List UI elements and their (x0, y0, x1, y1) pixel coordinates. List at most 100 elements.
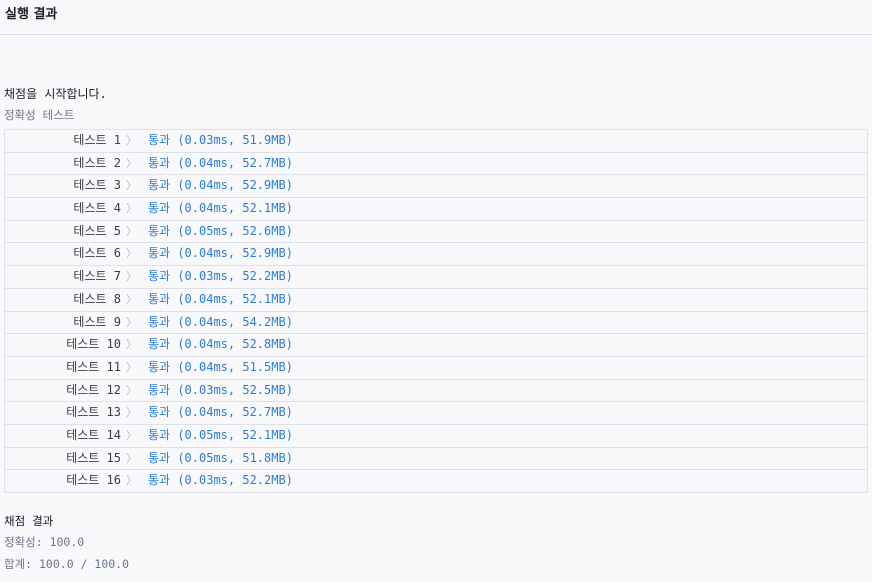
panel-title: 실행 결과 (5, 7, 58, 22)
test-detail: (0.05ms, 52.6MB) (177, 223, 293, 238)
test-label: 테스트 7 (73, 269, 121, 284)
test-status: 통과 (148, 337, 171, 352)
test-label: 테스트 16 (66, 473, 121, 488)
test-detail: (0.04ms, 52.1MB) (177, 201, 293, 216)
section-label-accuracy: 정확성 테스트 (4, 108, 75, 122)
test-result-text: 통과 (0.05ms, 52.1MB) (148, 425, 293, 446)
test-result-row[interactable]: 테스트 9 〉 통과 (0.04ms, 54.2MB) (5, 312, 867, 335)
test-result-row[interactable]: 테스트 16 〉 통과 (0.03ms, 52.2MB) (5, 470, 867, 493)
test-status: 통과 (148, 133, 171, 147)
test-status: 통과 (148, 269, 171, 284)
chevron-right-icon[interactable]: 〉 (126, 448, 137, 469)
test-result-row[interactable]: 테스트 1 〉 통과 (0.03ms, 51.9MB) (5, 130, 867, 153)
chevron-right-icon[interactable]: 〉 (126, 470, 137, 491)
test-status: 통과 (148, 291, 171, 306)
test-status: 통과 (148, 450, 171, 465)
result-panel-header: 실행 결과 (0, 0, 872, 35)
chevron-right-icon[interactable]: 〉 (126, 130, 137, 151)
test-status: 통과 (148, 201, 171, 216)
test-label: 테스트 9 (73, 314, 121, 329)
test-result-row[interactable]: 테스트 2 〉 통과 (0.04ms, 52.7MB) (5, 153, 867, 176)
test-detail: (0.04ms, 52.9MB) (177, 246, 293, 261)
chevron-right-icon[interactable]: 〉 (126, 266, 137, 287)
summary-total: 합계: 100.0 / 100.0 (4, 557, 130, 571)
test-detail: (0.04ms, 52.9MB) (177, 178, 293, 193)
chevron-right-icon[interactable]: 〉 (126, 289, 137, 310)
test-label: 테스트 8 (73, 291, 121, 306)
test-detail: (0.04ms, 54.2MB) (177, 314, 293, 329)
test-detail: (0.03ms, 51.9MB) (177, 133, 293, 147)
test-status: 통과 (148, 359, 171, 374)
test-result-text: 통과 (0.03ms, 52.5MB) (148, 380, 293, 401)
test-detail: (0.03ms, 52.5MB) (177, 382, 293, 397)
test-status: 통과 (148, 155, 171, 170)
test-detail: (0.04ms, 52.1MB) (177, 291, 293, 306)
test-detail: (0.03ms, 52.2MB) (177, 473, 293, 488)
chevron-right-icon[interactable]: 〉 (126, 175, 137, 196)
test-result-row[interactable]: 테스트 11 〉 통과 (0.04ms, 51.5MB) (5, 357, 867, 380)
test-result-text: 통과 (0.04ms, 52.7MB) (148, 153, 293, 174)
chevron-right-icon[interactable]: 〉 (126, 357, 137, 378)
test-result-row[interactable]: 테스트 14 〉 통과 (0.05ms, 52.1MB) (5, 425, 867, 448)
test-detail: (0.04ms, 51.5MB) (177, 359, 293, 374)
test-status: 통과 (148, 246, 171, 261)
test-result-row[interactable]: 테스트 13 〉 통과 (0.04ms, 52.7MB) (5, 402, 867, 425)
test-result-text: 통과 (0.03ms, 52.2MB) (148, 266, 293, 287)
test-status: 통과 (148, 223, 171, 238)
test-results-list: 테스트 1 〉 통과 (0.03ms, 51.9MB) 테스트 2 〉 통과 (0.04m… (4, 129, 868, 493)
test-label: 테스트 12 (66, 382, 121, 397)
test-status: 통과 (148, 314, 171, 329)
chevron-right-icon[interactable]: 〉 (126, 153, 137, 174)
test-label: 테스트 15 (66, 450, 121, 465)
test-result-row[interactable]: 테스트 8 〉 통과 (0.04ms, 52.1MB) (5, 289, 867, 312)
test-detail: (0.04ms, 52.7MB) (177, 155, 293, 170)
test-detail: (0.05ms, 51.8MB) (177, 450, 293, 465)
chevron-right-icon[interactable]: 〉 (126, 380, 137, 401)
test-label: 테스트 2 (73, 155, 121, 170)
chevron-right-icon[interactable]: 〉 (126, 198, 137, 219)
test-result-text: 통과 (0.05ms, 52.6MB) (148, 221, 293, 242)
test-result-row[interactable]: 테스트 10 〉 통과 (0.04ms, 52.8MB) (5, 334, 867, 357)
test-result-text: 통과 (0.05ms, 51.8MB) (148, 448, 293, 469)
test-detail: (0.04ms, 52.8MB) (177, 337, 293, 352)
test-result-row[interactable]: 테스트 7 〉 통과 (0.03ms, 52.2MB) (5, 266, 867, 289)
test-result-text: 통과 (0.04ms, 52.7MB) (148, 402, 293, 423)
test-label: 테스트 6 (73, 246, 121, 261)
chevron-right-icon[interactable]: 〉 (126, 334, 137, 355)
grading-summary: 채점 결과 정확성: 100.0 합계: 100.0 / 100.0 (4, 511, 129, 575)
chevron-right-icon[interactable]: 〉 (126, 221, 137, 242)
console-output: 채점을 시작합니다. 정확성 테스트 테스트 1 〉 통과 (0.03ms, 51.… (4, 84, 868, 493)
test-result-text: 통과 (0.04ms, 52.9MB) (148, 175, 293, 196)
test-label: 테스트 5 (73, 223, 121, 238)
test-result-text: 통과 (0.03ms, 52.2MB) (148, 470, 293, 491)
test-label: 테스트 3 (73, 178, 121, 193)
test-result-row[interactable]: 테스트 3 〉 통과 (0.04ms, 52.9MB) (5, 175, 867, 199)
test-status: 통과 (148, 178, 171, 193)
test-label: 테스트 14 (66, 427, 121, 442)
test-label: 테스트 11 (66, 359, 121, 374)
test-status: 통과 (148, 405, 171, 420)
chevron-right-icon[interactable]: 〉 (126, 312, 137, 333)
test-status: 통과 (148, 382, 171, 397)
test-result-row[interactable]: 테스트 4 〉 통과 (0.04ms, 52.1MB) (5, 198, 867, 221)
test-result-text: 통과 (0.04ms, 52.1MB) (148, 198, 293, 219)
test-result-text: 통과 (0.04ms, 52.1MB) (148, 289, 293, 310)
test-status: 통과 (148, 427, 171, 442)
chevron-right-icon[interactable]: 〉 (126, 402, 137, 423)
chevron-right-icon[interactable]: 〉 (126, 425, 137, 446)
test-result-row[interactable]: 테스트 15 〉 통과 (0.05ms, 51.8MB) (5, 448, 867, 471)
test-detail: (0.05ms, 52.1MB) (177, 427, 293, 442)
start-message: 채점을 시작합니다. (4, 87, 107, 101)
test-result-text: 통과 (0.04ms, 52.9MB) (148, 243, 293, 264)
test-result-row[interactable]: 테스트 12 〉 통과 (0.03ms, 52.5MB) (5, 380, 867, 403)
test-label: 테스트 4 (73, 201, 121, 216)
test-result-text: 통과 (0.03ms, 51.9MB) (148, 130, 293, 151)
test-result-row[interactable]: 테스트 5 〉 통과 (0.05ms, 52.6MB) (5, 221, 867, 244)
summary-accuracy: 정확성: 100.0 (4, 535, 85, 549)
test-result-row[interactable]: 테스트 6 〉 통과 (0.04ms, 52.9MB) (5, 243, 867, 267)
summary-title: 채점 결과 (4, 514, 54, 528)
test-result-text: 통과 (0.04ms, 51.5MB) (148, 357, 293, 378)
test-result-text: 통과 (0.04ms, 52.8MB) (148, 334, 293, 355)
test-detail: (0.03ms, 52.2MB) (177, 269, 293, 284)
chevron-right-icon[interactable]: 〉 (126, 243, 137, 264)
